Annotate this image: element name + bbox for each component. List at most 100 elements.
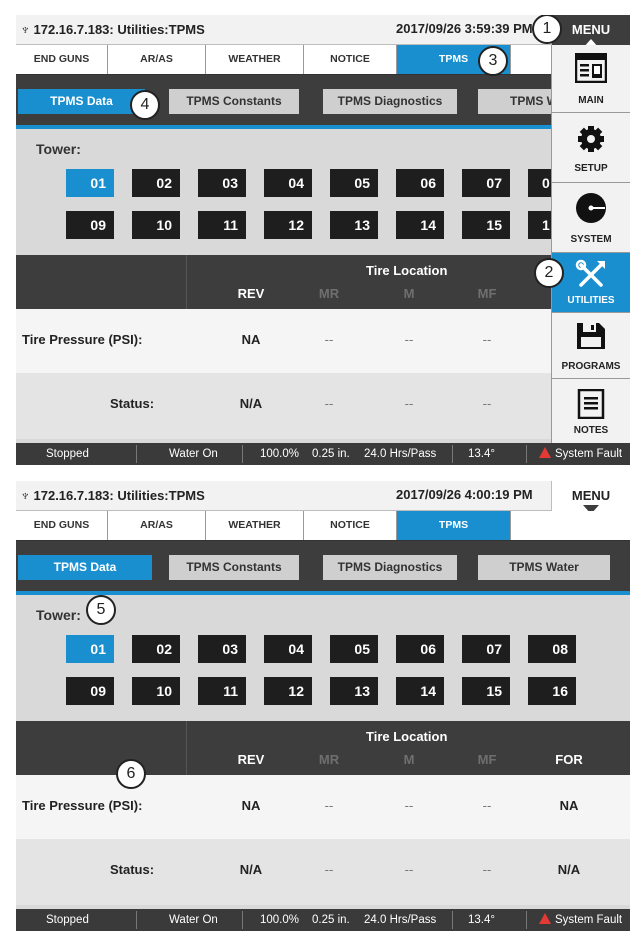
tower-button-06[interactable]: 06 <box>396 635 444 663</box>
tower-button-04[interactable]: 04 <box>264 169 312 197</box>
header-divider <box>186 255 187 309</box>
side-menu-notes[interactable]: NOTES <box>552 379 630 443</box>
col-m: M <box>403 286 415 301</box>
tab-tpms-diagnostics[interactable]: TPMS Diagnostics <box>323 555 457 580</box>
cell-pressure-for: NA <box>559 798 579 813</box>
tower-button-09[interactable]: 09 <box>66 211 114 239</box>
tab-underline <box>16 125 630 129</box>
floppy-disk-icon <box>577 323 605 349</box>
col-rev: REV <box>237 752 265 767</box>
nav-notice[interactable]: NOTICE <box>304 45 397 74</box>
tab-tpms-water[interactable]: TPMS Water <box>478 555 610 580</box>
cell-status-mr: -- <box>324 862 334 877</box>
status-state: Stopped <box>46 914 89 926</box>
callout-3: 3 <box>478 46 508 76</box>
tower-button-10[interactable]: 10 <box>132 211 180 239</box>
nav-tpms[interactable]: TPMS <box>397 511 511 540</box>
side-menu-programs[interactable]: PROGRAMS <box>552 313 630 379</box>
tab-tpms-diagnostics[interactable]: TPMS Diagnostics <box>323 89 457 114</box>
table-row-status: Status: N/A -- -- -- N/A <box>16 839 630 905</box>
tower-button-04[interactable]: 04 <box>264 635 312 663</box>
cell-pressure-mf: -- <box>482 798 492 813</box>
menu-button[interactable]: MENU <box>551 15 630 48</box>
callout-2: 2 <box>534 258 564 288</box>
tire-location-title: Tire Location <box>366 263 448 278</box>
tab-tpms-data[interactable]: TPMS Data <box>18 89 145 114</box>
tower-button-05[interactable]: 05 <box>330 635 378 663</box>
tower-button-03[interactable]: 03 <box>198 635 246 663</box>
tools-icon <box>575 259 605 287</box>
tower-button-13[interactable]: 13 <box>330 677 378 705</box>
tower-button-03[interactable]: 03 <box>198 169 246 197</box>
nav-weather[interactable]: WEATHER <box>206 45 304 74</box>
tower-button-12[interactable]: 12 <box>264 677 312 705</box>
tower-label: Tower: <box>36 141 81 157</box>
tower-button-02[interactable]: 02 <box>132 169 180 197</box>
cell-status-rev: N/A <box>239 862 263 877</box>
tower-button-15[interactable]: 15 <box>462 211 510 239</box>
tower-button-11[interactable]: 11 <box>198 677 246 705</box>
nav-weather[interactable]: WEATHER <box>206 511 304 540</box>
cell-pressure-m: -- <box>404 332 414 347</box>
system-dial-icon <box>576 193 606 223</box>
status-fault[interactable]: System Fault <box>539 909 622 931</box>
callout-5: 5 <box>86 595 116 625</box>
tower-button-07[interactable]: 07 <box>462 635 510 663</box>
status-depth: 0.25 in. <box>312 914 350 926</box>
pivot-logo-icon: ♆ <box>20 21 31 37</box>
status-percent: 100.0% <box>260 914 300 926</box>
cell-pressure-rev: NA <box>241 798 261 813</box>
title-bar: ♆ 172.16.7.183: Utilities:TPMS 2017/09/26… <box>16 481 630 511</box>
cell-status-mf: -- <box>482 396 492 411</box>
nav-ar-as[interactable]: AR/AS <box>108 511 206 540</box>
cell-status-m: -- <box>404 862 414 877</box>
nav-end-guns[interactable]: END GUNS <box>16 45 108 74</box>
tower-button-14[interactable]: 14 <box>396 211 444 239</box>
callout-6: 6 <box>116 759 146 789</box>
tower-button-08[interactable]: 08 <box>528 635 576 663</box>
tower-button-13[interactable]: 13 <box>330 211 378 239</box>
status-angle: 13.4° <box>468 448 495 460</box>
tower-button-01[interactable]: 01 <box>66 635 114 663</box>
status-bar: Stopped Water On 100.0% 0.25 in. 24.0 Hr… <box>16 443 630 465</box>
side-menu-utilities[interactable]: UTILITIES <box>552 253 630 313</box>
tower-button-10[interactable]: 10 <box>132 677 180 705</box>
cell-pressure-mr: -- <box>324 332 334 347</box>
nav-ar-as[interactable]: AR/AS <box>108 45 206 74</box>
tab-tpms-constants[interactable]: TPMS Constants <box>169 555 299 580</box>
window-title: ♆ 172.16.7.183: Utilities:TPMS <box>20 21 205 37</box>
warning-icon <box>539 447 551 458</box>
tower-button-14[interactable]: 14 <box>396 677 444 705</box>
status-fault[interactable]: System Fault <box>539 443 622 465</box>
tower-button-11[interactable]: 11 <box>198 211 246 239</box>
status-state: Stopped <box>46 448 89 460</box>
row-label-pressure: Tire Pressure (PSI): <box>22 798 143 813</box>
side-menu-system[interactable]: SYSTEM <box>552 183 630 253</box>
tab-tpms-constants[interactable]: TPMS Constants <box>169 89 299 114</box>
nav-end-guns[interactable]: END GUNS <box>16 511 108 540</box>
cell-pressure-m: -- <box>404 798 414 813</box>
side-menu-main[interactable]: MAIN <box>552 45 630 113</box>
tab-tpms-data[interactable]: TPMS Data <box>18 555 152 580</box>
status-hours: 24.0 Hrs/Pass <box>364 448 437 460</box>
row-label-pressure: Tire Pressure (PSI): <box>22 332 143 347</box>
tower-button-16[interactable]: 16 <box>528 677 576 705</box>
side-menu-setup[interactable]: SETUP <box>552 113 630 183</box>
tower-button-12[interactable]: 12 <box>264 211 312 239</box>
tower-button-07[interactable]: 07 <box>462 169 510 197</box>
datetime: 2017/09/26 4:00:19 PM <box>396 487 533 502</box>
col-for: FOR <box>555 752 583 767</box>
tower-button-05[interactable]: 05 <box>330 169 378 197</box>
tower-label: Tower: <box>36 607 81 623</box>
gear-icon <box>578 126 604 152</box>
tower-button-01[interactable]: 01 <box>66 169 114 197</box>
tab-underline <box>16 591 630 595</box>
tower-button-09[interactable]: 09 <box>66 677 114 705</box>
tower-button-15[interactable]: 15 <box>462 677 510 705</box>
nav-notice[interactable]: NOTICE <box>304 511 397 540</box>
menu-button[interactable]: MENU <box>551 481 630 514</box>
tower-button-02[interactable]: 02 <box>132 635 180 663</box>
row-label-status: Status: <box>110 396 155 411</box>
tower-button-06[interactable]: 06 <box>396 169 444 197</box>
window-title: ♆ 172.16.7.183: Utilities:TPMS <box>20 487 205 503</box>
